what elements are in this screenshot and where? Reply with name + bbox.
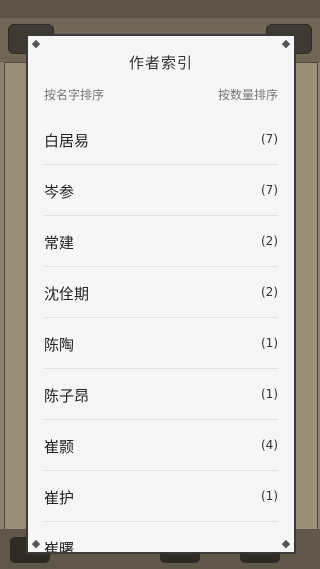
list-item[interactable]: 常建 (2) — [44, 216, 278, 267]
author-name: 白居易 — [44, 132, 90, 150]
author-name: 崔护 — [44, 489, 75, 507]
author-index-dialog: ◆ ◆ ◆ ◆ 作者索引 按名字排序 按数量排序 白居易 (7) 岑参 (7) … — [26, 34, 296, 554]
sort-by-name-button[interactable]: 按名字排序 — [44, 86, 104, 103]
list-item[interactable]: 崔曙 — [44, 522, 278, 554]
author-name: 崔颢 — [44, 438, 75, 456]
poem-count: (1) — [261, 489, 278, 503]
author-name: 沈佺期 — [44, 285, 90, 303]
list-item[interactable]: 陈子昂 (1) — [44, 369, 278, 420]
dialog-title: 作者索引 — [128, 54, 193, 72]
poem-count: (4) — [261, 438, 278, 452]
author-name: 岑参 — [44, 183, 75, 201]
author-name: 陈子昂 — [44, 387, 90, 405]
sort-options: 按名字排序 按数量排序 — [44, 86, 278, 102]
corner-ornament-icon: ◆ — [281, 37, 291, 50]
list-item[interactable]: 崔颢 (4) — [44, 420, 278, 471]
author-name: 陈陶 — [44, 336, 75, 354]
author-name: 常建 — [44, 234, 75, 252]
poem-count: (7) — [261, 183, 278, 197]
list-item[interactable]: 岑参 (7) — [44, 165, 278, 216]
author-list: 白居易 (7) 岑参 (7) 常建 (2) 沈佺期 (2) 陈陶 (1) 陈子昂… — [28, 114, 294, 554]
poem-count: (7) — [261, 132, 278, 146]
list-item[interactable]: 陈陶 (1) — [44, 318, 278, 369]
list-item[interactable]: 白居易 (7) — [44, 114, 278, 165]
poem-count: (1) — [261, 387, 278, 401]
poem-count: (2) — [261, 234, 278, 248]
corner-ornament-icon: ◆ — [31, 37, 41, 50]
poem-count: (1) — [261, 336, 278, 350]
list-item[interactable]: 崔护 (1) — [44, 471, 278, 522]
status-bar — [0, 0, 320, 18]
list-item[interactable]: 沈佺期 (2) — [44, 267, 278, 318]
author-name: 崔曙 — [44, 540, 75, 554]
poem-count: (2) — [261, 285, 278, 299]
sort-by-count-button[interactable]: 按数量排序 — [218, 86, 278, 103]
